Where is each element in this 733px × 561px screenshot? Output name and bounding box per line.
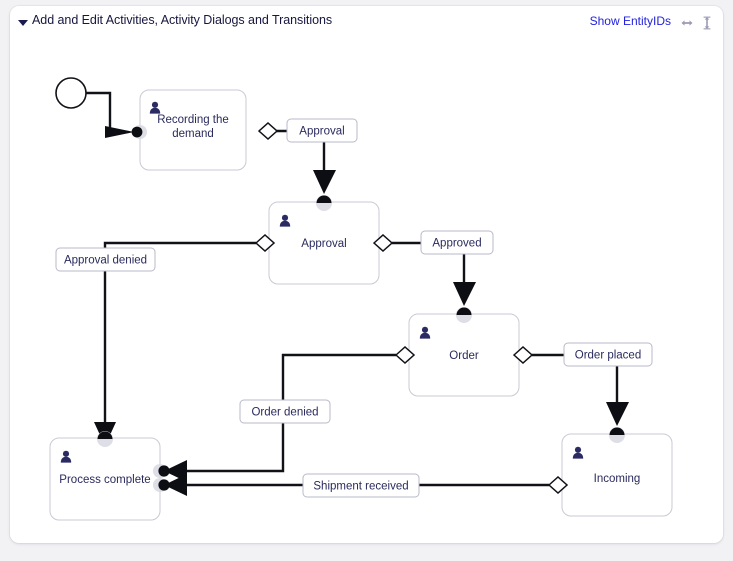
activity-label: Approval (301, 238, 346, 250)
activity-node-process-complete[interactable]: Process complete (49, 431, 170, 521)
activity-editor-panel: Add and Edit Activities, Activity Dialog… (10, 6, 723, 543)
activity-label: Incoming (594, 473, 641, 485)
page-title: Add and Edit Activities, Activity Dialog… (32, 13, 333, 27)
transition-label: Approval denied (64, 255, 147, 267)
transition-label: Order placed (575, 350, 641, 362)
caret-down-icon[interactable] (18, 20, 28, 26)
panel-header: Add and Edit Activities, Activity Dialog… (10, 6, 723, 42)
transition-label: Order denied (251, 407, 318, 419)
activity-node-incoming[interactable]: Incoming (547, 427, 673, 517)
svg-text:Recording the: Recording the (157, 114, 229, 126)
activity-label: Order (449, 350, 479, 362)
transition-node-approval[interactable]: Approval (286, 118, 358, 143)
transition-node-shipment-received[interactable]: Shipment received (302, 473, 420, 498)
activity-diagram-svg[interactable]: Recording the demand Approval Order Proc… (10, 42, 723, 543)
transition-label: Shipment received (313, 481, 408, 493)
transition-node-order-denied[interactable]: Order denied (239, 399, 331, 424)
transition-label: Approved (432, 238, 481, 250)
edge-order-placed-label-to-incoming (606, 366, 629, 426)
transition-label: Approval (299, 126, 344, 138)
edge-approval-denied (94, 241, 256, 446)
resize-vertical-icon[interactable] (699, 15, 715, 31)
edge-approved-label-to-order (453, 254, 476, 306)
screen-root: Add and Edit Activities, Activity Dialog… (0, 0, 733, 561)
activity-label: Process complete (59, 474, 150, 486)
transition-node-approval-denied[interactable]: Approval denied (55, 247, 156, 272)
activity-node-order[interactable]: Order (394, 307, 534, 397)
svg-text:demand: demand (172, 128, 214, 140)
resize-horizontal-icon[interactable] (679, 15, 695, 31)
start-node[interactable] (55, 77, 87, 109)
diagram-canvas[interactable]: Recording the demand Approval Order Proc… (10, 42, 723, 543)
show-entity-ids-link[interactable]: Show EntityIDs (590, 14, 671, 28)
edge-start-to-recording (86, 91, 134, 138)
activity-node-approval[interactable]: Approval (254, 195, 394, 285)
activity-node-recording-the-demand[interactable]: Recording the demand (131, 89, 279, 171)
edge-approval-label-to-approval (313, 142, 336, 194)
transition-node-order-placed[interactable]: Order placed (563, 342, 653, 367)
transition-node-approved[interactable]: Approved (420, 230, 494, 255)
